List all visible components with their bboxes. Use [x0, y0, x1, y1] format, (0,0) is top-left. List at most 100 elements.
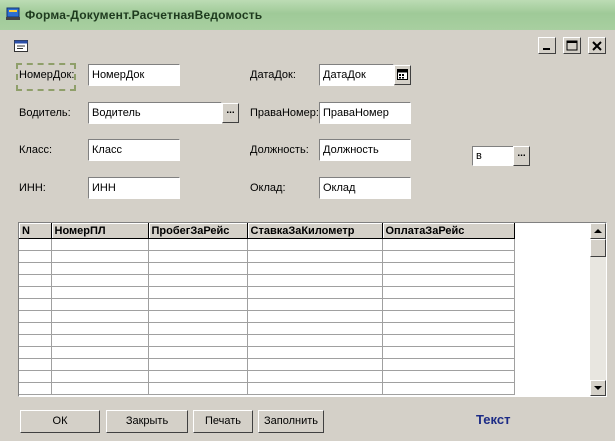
table-cell[interactable]	[51, 322, 149, 335]
table-cell[interactable]	[148, 310, 248, 323]
table-cell[interactable]	[148, 262, 248, 275]
table-cell[interactable]	[247, 370, 383, 383]
print-button[interactable]: Печать	[193, 410, 253, 433]
calendar-button[interactable]	[394, 65, 411, 85]
table-cell[interactable]	[51, 346, 149, 359]
table-cell[interactable]	[148, 358, 248, 371]
table-cell[interactable]	[247, 238, 383, 251]
table-cell[interactable]	[382, 238, 515, 251]
data-field[interactable]: ДатаДок	[319, 64, 394, 86]
table-cell[interactable]	[51, 298, 149, 311]
table-cell[interactable]	[148, 346, 248, 359]
table-cell[interactable]	[382, 310, 515, 323]
table-cell[interactable]	[51, 274, 149, 287]
table-row[interactable]	[19, 274, 515, 287]
scroll-down-button[interactable]	[590, 380, 606, 396]
column-header-nomerpl[interactable]: НомерПЛ	[51, 223, 149, 239]
column-header-stavka[interactable]: СтавкаЗаКилометр	[247, 223, 383, 239]
table-cell[interactable]	[148, 334, 248, 347]
payment-table[interactable]: N НомерПЛ ПробегЗаРейс СтавкаЗаКилометр …	[18, 222, 607, 397]
table-cell[interactable]	[19, 346, 52, 359]
table-row[interactable]	[19, 286, 515, 299]
form-icon[interactable]	[14, 40, 28, 52]
table-cell[interactable]	[382, 262, 515, 275]
voditel-field[interactable]: Водитель	[88, 102, 222, 124]
scroll-thumb[interactable]	[590, 239, 606, 257]
table-row[interactable]	[19, 370, 515, 383]
table-cell[interactable]	[19, 370, 52, 383]
table-cell[interactable]	[51, 250, 149, 263]
table-cell[interactable]	[247, 262, 383, 275]
table-row[interactable]	[19, 346, 515, 359]
table-cell[interactable]	[51, 262, 149, 275]
table-cell[interactable]	[382, 358, 515, 371]
prava-field[interactable]: ПраваНомер	[319, 102, 411, 124]
table-cell[interactable]	[51, 382, 149, 395]
oklad-field[interactable]: Оклад	[319, 177, 411, 199]
table-cell[interactable]	[148, 274, 248, 287]
table-cell[interactable]	[19, 286, 52, 299]
table-cell[interactable]	[247, 334, 383, 347]
table-cell[interactable]	[51, 286, 149, 299]
column-header-probeg[interactable]: ПробегЗаРейс	[148, 223, 248, 239]
table-cell[interactable]	[19, 334, 52, 347]
table-cell[interactable]	[247, 346, 383, 359]
table-cell[interactable]	[19, 310, 52, 323]
table-cell[interactable]	[382, 346, 515, 359]
fill-button[interactable]: Заполнить	[258, 410, 324, 433]
column-header-oplata[interactable]: ОплатаЗаРейс	[382, 223, 515, 239]
inn-field[interactable]: ИНН	[88, 177, 180, 199]
table-cell[interactable]	[19, 358, 52, 371]
table-cell[interactable]	[382, 382, 515, 395]
table-cell[interactable]	[247, 310, 383, 323]
table-cell[interactable]	[382, 370, 515, 383]
table-row[interactable]	[19, 310, 515, 323]
table-cell[interactable]	[382, 286, 515, 299]
table-cell[interactable]	[19, 238, 52, 251]
table-cell[interactable]	[19, 298, 52, 311]
scroll-up-button[interactable]	[590, 223, 606, 239]
table-cell[interactable]	[148, 322, 248, 335]
table-cell[interactable]	[51, 358, 149, 371]
table-cell[interactable]	[19, 382, 52, 395]
table-cell[interactable]	[148, 370, 248, 383]
table-cell[interactable]	[51, 238, 149, 251]
table-cell[interactable]	[148, 250, 248, 263]
table-cell[interactable]	[247, 382, 383, 395]
table-cell[interactable]	[19, 250, 52, 263]
table-cell[interactable]	[247, 322, 383, 335]
table-cell[interactable]	[51, 310, 149, 323]
table-cell[interactable]	[382, 322, 515, 335]
klass-field[interactable]: Класс	[88, 139, 180, 161]
table-cell[interactable]	[51, 334, 149, 347]
table-row[interactable]	[19, 322, 515, 335]
table-cell[interactable]	[247, 358, 383, 371]
table-cell[interactable]	[382, 274, 515, 287]
table-cell[interactable]	[382, 250, 515, 263]
voditel-select-button[interactable]: ...	[222, 103, 239, 123]
table-row[interactable]	[19, 334, 515, 347]
table-row[interactable]	[19, 382, 515, 395]
table-cell[interactable]	[247, 298, 383, 311]
close-button[interactable]	[588, 37, 606, 54]
table-cell[interactable]	[19, 262, 52, 275]
table-cell[interactable]	[148, 286, 248, 299]
column-header-n[interactable]: N	[19, 223, 52, 239]
table-row[interactable]	[19, 238, 515, 251]
minimize-button[interactable]	[538, 37, 556, 54]
vertical-scrollbar[interactable]	[590, 223, 606, 396]
table-row[interactable]	[19, 250, 515, 263]
table-cell[interactable]	[51, 370, 149, 383]
maximize-button[interactable]	[563, 37, 581, 54]
table-cell[interactable]	[19, 274, 52, 287]
table-row[interactable]	[19, 358, 515, 371]
table-cell[interactable]	[148, 382, 248, 395]
nomer-field[interactable]: НомерДок	[88, 64, 180, 86]
close-form-button[interactable]: Закрыть	[106, 410, 188, 433]
extra-select-button[interactable]: ...	[513, 146, 530, 166]
table-cell[interactable]	[148, 238, 248, 251]
table-cell[interactable]	[382, 334, 515, 347]
table-row[interactable]	[19, 298, 515, 311]
extra-field[interactable]: в	[472, 146, 514, 166]
table-cell[interactable]	[19, 322, 52, 335]
